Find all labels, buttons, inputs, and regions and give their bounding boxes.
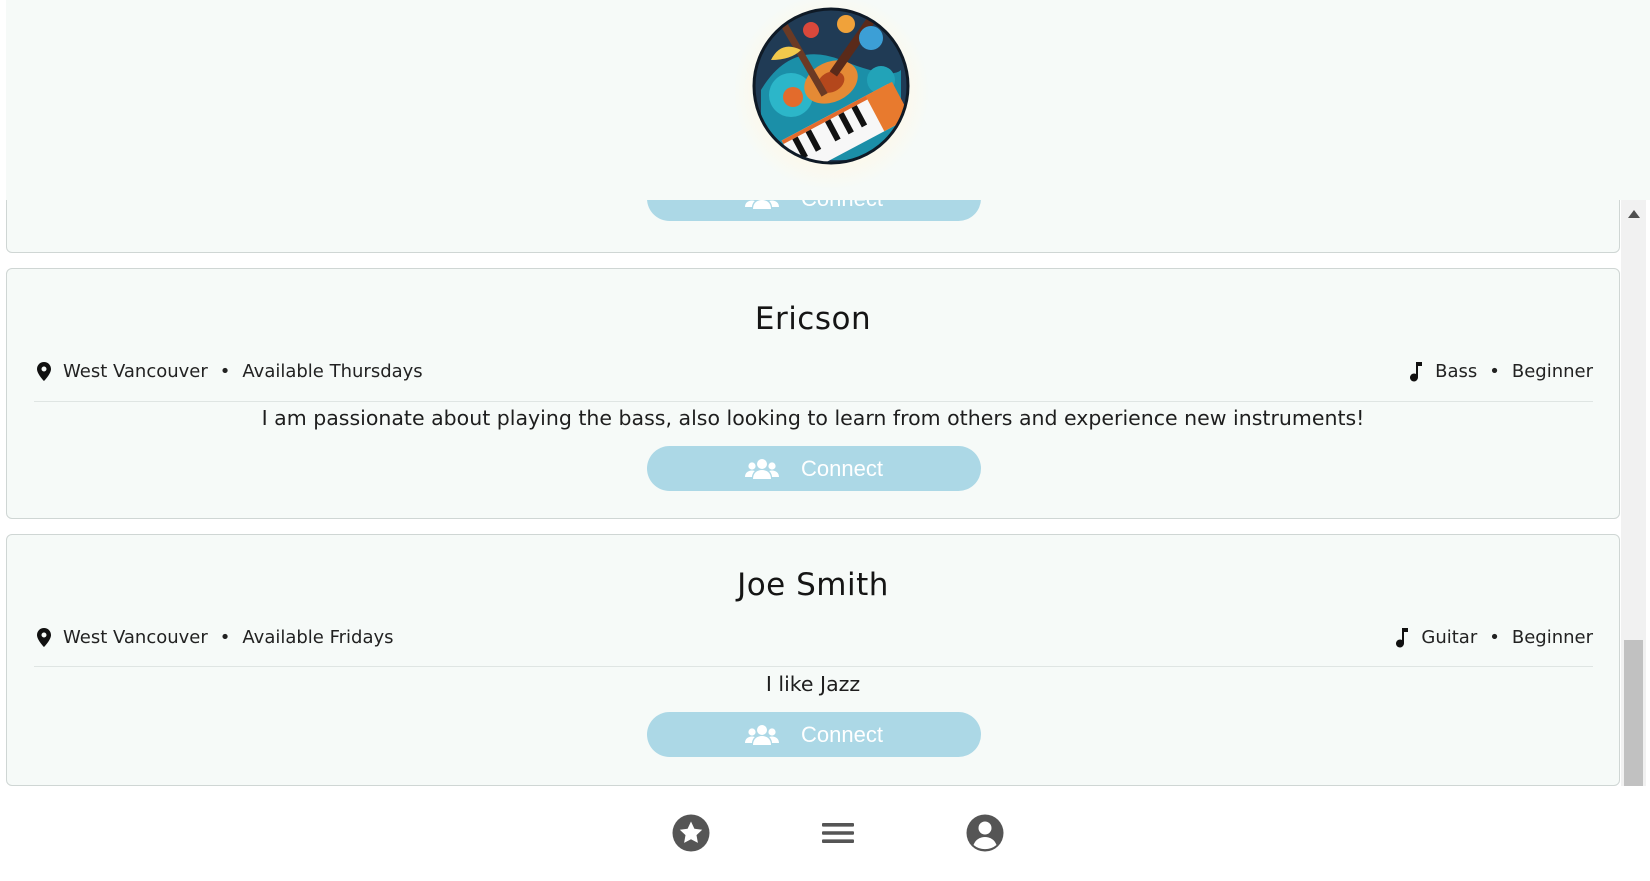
star-icon — [672, 814, 710, 852]
music-instruments-logo[interactable] — [731, 0, 931, 190]
profile-nav-button[interactable] — [965, 813, 1005, 853]
list-scrollbar[interactable] — [1621, 200, 1646, 786]
user-circle-icon — [966, 814, 1004, 852]
profile-level: Beginner — [1511, 361, 1593, 382]
app-header — [6, 0, 1650, 200]
caret-up-icon — [1627, 210, 1640, 218]
card-divider — [34, 666, 1593, 667]
profile-location-availability: West Vancouver • Available Thursdays — [37, 361, 423, 382]
profile-instrument-level: Bass • Beginner — [1409, 361, 1593, 382]
map-pin-icon — [37, 362, 51, 381]
users-icon — [745, 724, 780, 745]
menu-nav-button[interactable] — [818, 813, 858, 853]
profile-location: West Vancouver — [63, 627, 208, 648]
connect-label: Connect — [801, 721, 883, 747]
music-note-icon — [1410, 361, 1423, 381]
bottom-navigation — [0, 786, 1650, 881]
profile-location-availability: West Vancouver • Available Fridays — [37, 627, 394, 648]
separator: • — [1489, 627, 1500, 648]
users-icon — [745, 458, 780, 479]
music-note-icon — [1396, 627, 1409, 647]
scrollbar-thumb[interactable] — [1624, 640, 1643, 786]
favorites-nav-button[interactable] — [671, 813, 711, 853]
profile-level: Beginner — [1511, 627, 1593, 648]
map-pin-icon — [37, 628, 51, 647]
profile-bio: I like Jazz — [765, 672, 861, 696]
separator: • — [1489, 361, 1500, 382]
connect-button[interactable]: Connect — [647, 712, 981, 757]
app-viewport: Connect Ericson West Vancouver • Availab… — [0, 0, 1650, 881]
connect-label: Connect — [801, 455, 883, 481]
profile-availability: Available Fridays — [242, 627, 394, 648]
profile-availability: Available Thursdays — [242, 361, 423, 382]
profile-bio: I am passionate about playing the bass, … — [261, 406, 1365, 430]
menu-icon — [822, 823, 854, 843]
scroll-up-button[interactable] — [1621, 200, 1646, 228]
profile-instrument: Bass — [1435, 361, 1478, 382]
connect-button[interactable]: Connect — [647, 446, 981, 491]
separator: • — [219, 627, 231, 648]
card-divider — [34, 401, 1593, 402]
profile-card: Joe Smith West Vancouver • Available Fri… — [6, 534, 1620, 786]
profile-location: West Vancouver — [63, 361, 208, 382]
profile-instrument: Guitar — [1421, 627, 1478, 648]
separator: • — [219, 361, 231, 382]
profile-instrument-level: Guitar • Beginner — [1395, 627, 1593, 648]
profile-name: Joe Smith — [737, 567, 889, 603]
profile-card: Ericson West Vancouver • Available Thurs… — [6, 268, 1620, 519]
profile-name: Ericson — [754, 301, 872, 337]
